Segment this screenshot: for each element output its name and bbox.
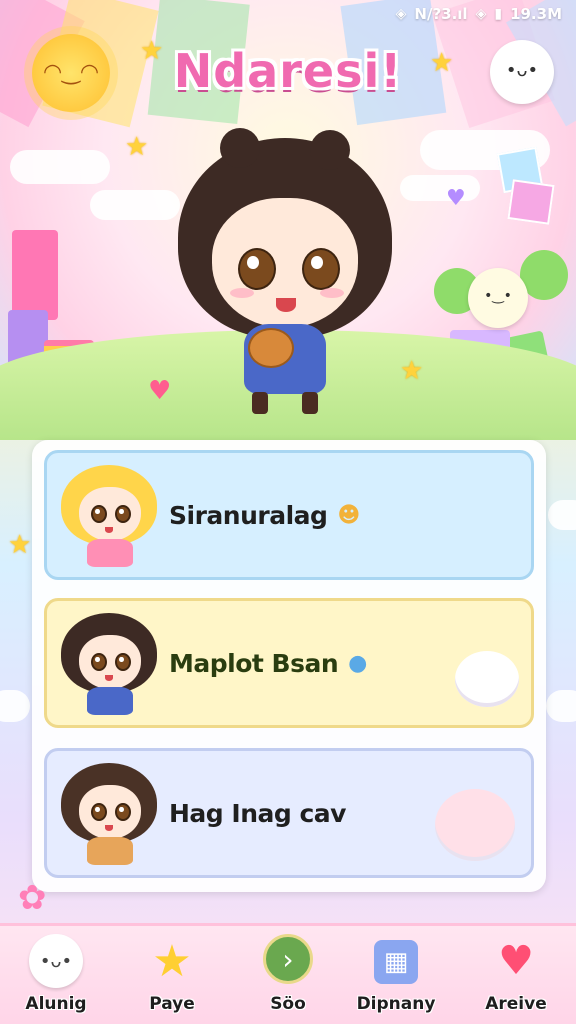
nav-label: Dipnany — [356, 994, 436, 1014]
menu-card-2[interactable]: Maplot Bsan ● — [44, 598, 534, 728]
menu-card-label: Maplot Bsan ● — [169, 601, 367, 725]
page-title-text: Ndaresi! — [173, 44, 403, 98]
ghost-mascot-icon: •ᴗ• — [29, 934, 83, 988]
cloud — [400, 175, 480, 201]
smiley-icon: ☻ — [337, 502, 360, 528]
star-character-icon: ★ — [152, 935, 192, 987]
hero-banner: ◠‿◠ ★ ★ ★ ★ ♥ ♥ •ᴗ• •‿• Ndaresi! — [0, 0, 576, 440]
menu-card-label-text: Maplot Bsan — [169, 648, 339, 678]
star-icon: ★ — [8, 530, 32, 560]
nav-label: Söo — [270, 994, 306, 1014]
nav-item-soo[interactable]: › Söo — [238, 934, 338, 1014]
bottom-nav: •ᴗ• Alunig ★ Paye › Söo ▦ Dipnany ♥ Arei… — [0, 923, 576, 1024]
gift-box-right — [507, 179, 555, 225]
bunny-mascot-icon — [455, 651, 519, 707]
menu-card-label: Siranuralag ☻ — [169, 453, 360, 577]
wifi-icon: ◈ — [475, 6, 487, 22]
heart-icon: ♥ — [446, 186, 466, 211]
cloud — [0, 690, 30, 722]
menu-card-label-text: Siranuralag — [169, 500, 328, 530]
page-title: Ndaresi! — [0, 44, 576, 98]
pink-mascot-icon — [435, 789, 515, 861]
blonde-character-avatar — [57, 461, 161, 573]
nav-item-paye[interactable]: ★ Paye — [122, 934, 222, 1015]
star-icon: ★ — [125, 132, 149, 162]
gift-box-left — [12, 230, 58, 320]
menu-card-3[interactable]: Hag Inag cav — [44, 748, 534, 878]
flower-icon: ✿ — [18, 878, 47, 918]
heart-icon: ♥ — [498, 938, 534, 984]
nav-item-dipnany[interactable]: ▦ Dipnany — [346, 940, 446, 1014]
bread-item — [248, 328, 294, 368]
dark-hair-character-avatar — [57, 609, 161, 721]
arrow-next-icon: › — [263, 934, 313, 984]
menu-card-1[interactable]: Siranuralag ☻ — [44, 450, 534, 580]
wifi-icon: ◈ — [395, 6, 407, 22]
nav-item-alunig[interactable]: •ᴗ• Alunig — [6, 934, 106, 1014]
app-screen: ◠‿◠ ★ ★ ★ ★ ♥ ♥ •ᴗ• •‿• Ndaresi! ◈ N/?3.… — [0, 0, 576, 1024]
blob-mascot-icon: •‿• — [468, 268, 528, 328]
bird-icon: ● — [348, 650, 367, 676]
brown-hair-character-avatar — [57, 759, 161, 871]
nav-item-areive[interactable]: ♥ Areive — [466, 934, 566, 1014]
cloud — [10, 150, 110, 184]
battery-icon: ▮ — [494, 6, 503, 22]
nav-label: Areive — [485, 994, 547, 1014]
nav-label: Paye — [149, 994, 195, 1014]
nav-label: Alunig — [25, 994, 87, 1014]
status-bar: ◈ N/?3.ıl ◈ ▮ 19.3M — [0, 0, 576, 28]
status-time: 19.3M — [510, 5, 562, 23]
calendar-icon: ▦ — [374, 940, 418, 984]
menu-card-label-text: Hag Inag cav — [169, 798, 346, 828]
signal-text: N/?3.ıl — [414, 5, 468, 23]
menu-card-label: Hag Inag cav — [169, 751, 346, 875]
cloud — [546, 690, 576, 722]
cloud — [548, 500, 576, 530]
main-character — [160, 128, 410, 418]
